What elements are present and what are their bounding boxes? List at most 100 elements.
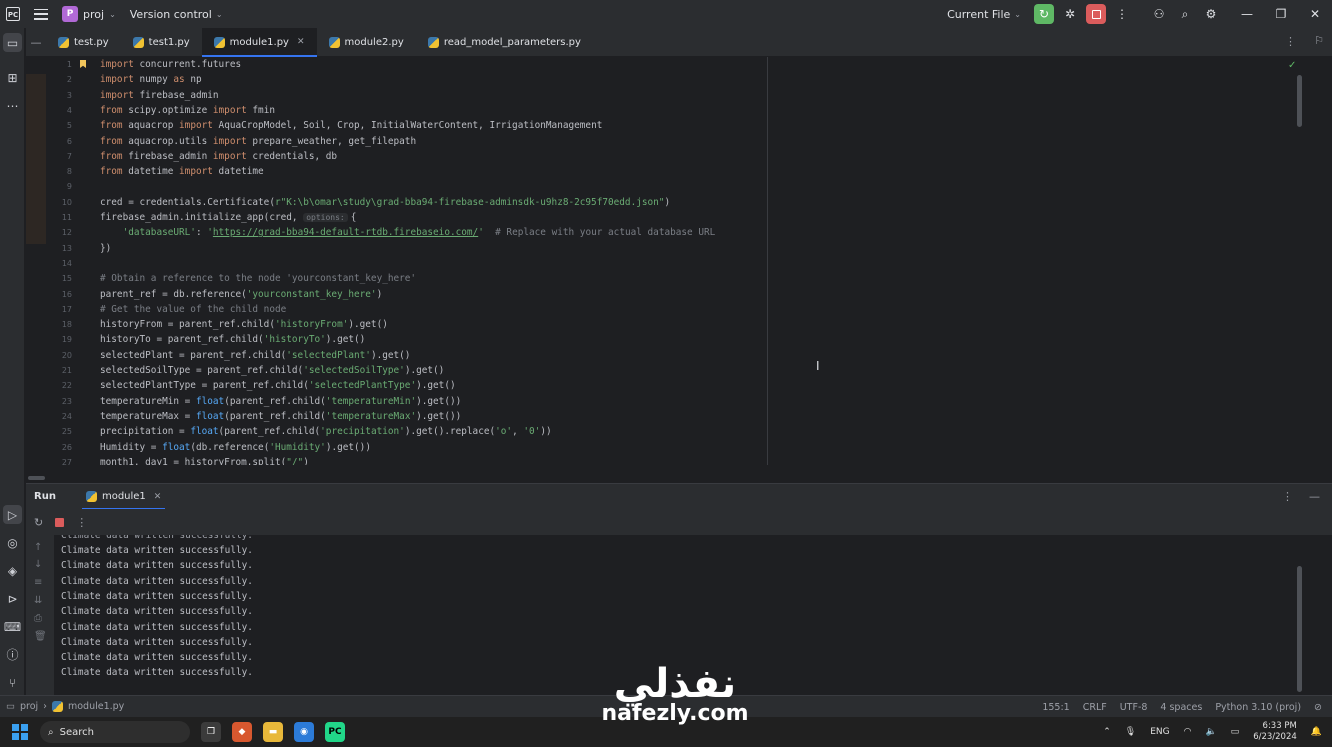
- project-selector[interactable]: P proj ⌄: [62, 6, 116, 22]
- line-number: 23: [61, 396, 72, 406]
- search-icon[interactable]: ⌕: [1175, 4, 1195, 24]
- editor-vertical-scrollbar[interactable]: [1297, 75, 1302, 127]
- code-token: from: [100, 104, 123, 116]
- indent-setting[interactable]: 4 spaces: [1160, 702, 1202, 713]
- notifications-icon[interactable]: 🔔: [1311, 727, 1322, 737]
- pycharm-taskbar-icon[interactable]: PC: [325, 722, 345, 742]
- hide-panel-icon[interactable]: —: [1309, 490, 1320, 503]
- chevron-down-icon: ⌄: [109, 9, 116, 19]
- status-bar: ▭ proj › module1.py 155:1 CRLF UTF-8 4 s…: [0, 695, 1332, 717]
- code-line: import numpy as np: [100, 72, 202, 87]
- code-token: temperatureMin =: [100, 395, 196, 407]
- brave-browser-icon[interactable]: ◆: [232, 722, 252, 742]
- tab-test1-py[interactable]: test1.py: [121, 28, 202, 56]
- code-token: month1, day1 = historyFrom.split(: [100, 456, 287, 465]
- battery-icon[interactable]: ▭: [1231, 727, 1240, 737]
- system-clock[interactable]: 6:33 PM 6/23/2024: [1253, 721, 1297, 743]
- search-icon: ⌕: [48, 726, 54, 738]
- terminal-icon[interactable]: ⌨: [3, 617, 22, 636]
- wifi-icon[interactable]: ◠: [1184, 727, 1192, 737]
- restore-button[interactable]: ❐: [1264, 0, 1298, 28]
- stop-icon[interactable]: [55, 517, 65, 527]
- tab-test-py[interactable]: test.py: [46, 28, 121, 56]
- code-token: AquaCropModel, Soil, Crop, InitialWaterC…: [212, 120, 603, 132]
- stop-button[interactable]: [1086, 4, 1106, 24]
- panel-options-icon[interactable]: ⋮: [1282, 490, 1293, 503]
- line-number: 5: [66, 121, 72, 131]
- close-button[interactable]: ✕: [1298, 0, 1332, 28]
- more-actions-icon[interactable]: ⋮: [1112, 4, 1132, 24]
- clear-all-icon[interactable]: 🗑: [34, 631, 47, 642]
- app-icon[interactable]: ◉: [294, 722, 314, 742]
- structure-icon[interactable]: ⊞: [3, 68, 22, 87]
- task-view-icon[interactable]: ❐: [201, 722, 221, 742]
- tab-options-icon[interactable]: ⋮: [1285, 35, 1296, 48]
- python-console-icon[interactable]: ◎: [3, 533, 22, 552]
- editor-notifications-icon[interactable]: ⚐: [1314, 34, 1324, 47]
- code-token: 'selectedPlant': [286, 349, 371, 361]
- caret-position[interactable]: 155:1: [1042, 702, 1069, 713]
- soft-wrap-icon[interactable]: ≡: [34, 577, 42, 588]
- windows-start-icon[interactable]: [12, 724, 28, 740]
- more-tools-icon[interactable]: ⋯: [3, 96, 22, 115]
- code-token: ).get(): [416, 380, 456, 392]
- close-tab-icon[interactable]: ✕: [154, 492, 162, 502]
- rerun-icon[interactable]: ↻: [34, 516, 43, 529]
- scroll-up-icon[interactable]: ↑: [34, 542, 42, 553]
- editor-horizontal-scrollbar[interactable]: [28, 476, 45, 480]
- run-tab-module1[interactable]: module1 ✕: [81, 484, 166, 510]
- scroll-down-icon[interactable]: ↓: [34, 559, 42, 570]
- run-panel-header: Run module1 ✕ ⋮ —: [26, 483, 1332, 510]
- rerun-icon[interactable]: ↻: [1034, 4, 1054, 24]
- code-token: # Get the value of the child node: [100, 303, 287, 315]
- problems-icon[interactable]: ⓘ: [3, 645, 22, 664]
- run-tool-icon[interactable]: ▷: [3, 505, 22, 524]
- chevron-up-icon[interactable]: ⌃: [1103, 727, 1111, 737]
- debug-icon[interactable]: ✲: [1060, 4, 1080, 24]
- chevron-right-icon: ›: [43, 701, 47, 712]
- more-actions-icon[interactable]: ⋮: [76, 516, 87, 529]
- settings-gear-icon[interactable]: ⚙: [1201, 4, 1221, 24]
- breadcrumb-file[interactable]: module1.py: [68, 701, 124, 712]
- microphone-icon[interactable]: 🎙: [1125, 727, 1136, 737]
- scroll-to-end-icon[interactable]: ⇊: [34, 595, 42, 606]
- python-interpreter[interactable]: Python 3.10 (proj): [1215, 702, 1301, 713]
- breadcrumb-project[interactable]: proj: [20, 701, 38, 712]
- code-line: precipitation = float(parent_ref.child('…: [100, 424, 552, 439]
- code-line: temperatureMax = float(parent_ref.child(…: [100, 409, 461, 424]
- tab-module1-py[interactable]: module1.py ✕: [201, 28, 317, 57]
- file-explorer-icon[interactable]: ▬: [263, 722, 283, 742]
- layers-icon[interactable]: ◈: [3, 561, 22, 580]
- code-editor[interactable]: import concurrent.futures import numpy as…: [92, 57, 1296, 465]
- volume-icon[interactable]: 🔈: [1205, 727, 1216, 737]
- print-icon[interactable]: ⎙: [34, 613, 42, 624]
- add-user-icon[interactable]: ⚇: [1149, 4, 1169, 24]
- git-icon[interactable]: ⑂: [3, 673, 22, 692]
- close-tab-icon[interactable]: ✕: [297, 37, 305, 47]
- chevron-down-icon: ⌄: [1014, 9, 1021, 19]
- code-token: }): [100, 242, 112, 254]
- taskbar-search[interactable]: ⌕ Search: [40, 721, 190, 743]
- lock-icon[interactable]: ⊘: [1314, 702, 1322, 713]
- tabs-collapse-icon[interactable]: —: [26, 28, 46, 56]
- run-console-output[interactable]: Climate data written successfully. Clima…: [54, 535, 1304, 695]
- python-file-icon: [58, 36, 69, 48]
- minimize-button[interactable]: —: [1230, 0, 1264, 28]
- project-folder-icon[interactable]: ▭: [3, 33, 22, 52]
- code-token: float: [162, 441, 191, 453]
- services-icon[interactable]: ⊳: [3, 589, 22, 608]
- clock-time: 6:33 PM: [1262, 721, 1297, 731]
- code-token: 'selectedSoilType': [303, 365, 405, 376]
- main-menu-icon[interactable]: [34, 8, 48, 20]
- version-control-menu[interactable]: Version control ⌄: [130, 8, 223, 21]
- tab-module2-py[interactable]: module2.py: [317, 28, 416, 56]
- file-encoding[interactable]: UTF-8: [1120, 702, 1148, 713]
- run-configuration-selector[interactable]: Current File ⌄: [947, 8, 1021, 21]
- tab-read-model-parameters-py[interactable]: read_model_parameters.py: [416, 28, 593, 56]
- line-separator[interactable]: CRLF: [1083, 702, 1107, 713]
- python-file-icon: [132, 36, 144, 48]
- console-vertical-scrollbar[interactable]: [1297, 566, 1302, 692]
- language-indicator[interactable]: ENG: [1150, 727, 1169, 737]
- stop-icon: [1091, 9, 1101, 19]
- inspection-ok-icon[interactable]: ✓: [1288, 60, 1296, 71]
